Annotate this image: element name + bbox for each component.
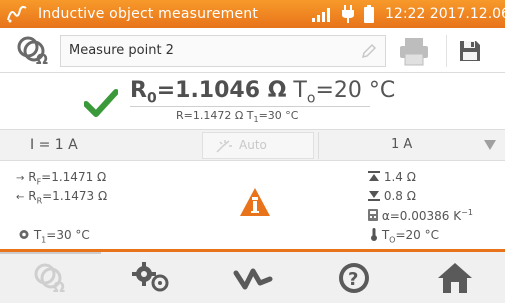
main-result: R0=1.1046 Ω To=20 °C <box>130 78 395 106</box>
rr-readout: ← RR=1.1473 Ω <box>16 189 108 206</box>
battery-icon <box>364 5 374 23</box>
printer-icon[interactable] <box>396 35 432 67</box>
result-underline <box>130 106 370 107</box>
clock: 12:22 2017.12.06 <box>385 6 505 22</box>
settings-icon <box>131 262 168 292</box>
warning-icon[interactable] <box>239 187 271 217</box>
rr-label: R <box>28 189 37 203</box>
auto-label: Auto <box>239 138 267 152</box>
rf-label: R <box>28 170 37 184</box>
divider <box>0 72 505 73</box>
t0-readout: TO=20 °C <box>370 228 439 244</box>
svg-text:Ω: Ω <box>36 52 48 67</box>
auto-hand-icon <box>216 140 232 153</box>
lower-limit-value: 0.8 Ω <box>383 189 416 203</box>
resistance-probe-icon[interactable]: Ω <box>14 35 54 67</box>
t0-value: =20 °C <box>315 78 396 103</box>
save-button[interactable] <box>446 35 490 67</box>
window-title: Inductive object measurement <box>38 6 259 22</box>
status-bar: Inductive object measurement 12:22 2017.… <box>0 0 505 28</box>
pencil-icon[interactable] <box>361 43 377 59</box>
svg-text:?: ? <box>348 269 358 290</box>
upper-limit-icon <box>368 171 380 181</box>
settings-button[interactable] <box>101 252 202 303</box>
measure-point-name: Measure point 2 <box>69 43 174 58</box>
alpha-value: α=0.00386 K <box>381 209 462 223</box>
alpha-readout: α=0.00386 K−1 <box>368 208 473 223</box>
t1-measured: =30 °C <box>258 109 299 122</box>
lower-limit-readout: 0.8 Ω <box>368 189 416 203</box>
home-button[interactable] <box>404 252 505 303</box>
rf-readout: → RF=1.1471 Ω <box>16 170 107 187</box>
t1-value: =30 °C <box>46 228 90 242</box>
t0-value-detail: =20 °C <box>395 228 439 242</box>
auto-button[interactable]: Auto <box>202 132 314 159</box>
checkmark-icon <box>84 89 118 117</box>
current-label: I = 1 A <box>30 137 78 153</box>
svg-text:Ω: Ω <box>53 280 65 295</box>
r0-value: =1.1046 Ω <box>156 78 287 103</box>
r0-subscript: 0 <box>146 90 157 107</box>
bottom-toolbar: Ω ? <box>0 252 505 303</box>
measure-mode-button[interactable]: Ω <box>0 252 101 303</box>
t0-label: T <box>293 78 307 103</box>
rr-value: =1.1473 Ω <box>42 189 108 203</box>
thermometer-icon <box>371 228 377 241</box>
signal-icon <box>312 8 330 22</box>
current-select[interactable]: 1 A <box>318 132 504 159</box>
temperature-icon <box>19 230 29 239</box>
help-icon: ? <box>338 263 369 293</box>
sub-result: R=1.1472 Ω T1=30 °C <box>176 109 298 124</box>
r-measured: R=1.1472 Ω T <box>176 109 254 122</box>
upper-limit-readout: 1.4 Ω <box>368 170 416 184</box>
sonel-logo-icon <box>7 5 27 23</box>
plug-icon <box>342 5 354 23</box>
measure-point-row: Ω Measure point 2 <box>0 30 505 72</box>
measure-mode-icon: Ω <box>34 263 65 295</box>
lower-limit-icon <box>368 191 380 201</box>
measure-point-field[interactable]: Measure point 2 <box>60 35 386 67</box>
t1-readout: T1=30 °C <box>18 228 90 244</box>
home-icon <box>437 263 472 293</box>
toolbar-active-indicator <box>0 252 101 254</box>
help-button[interactable]: ? <box>303 252 404 303</box>
r0-label: R <box>130 78 147 103</box>
alpha-exponent: −1 <box>461 208 473 217</box>
upper-limit-value: 1.4 Ω <box>383 170 416 184</box>
current-row: I = 1 A Auto 1 A <box>0 129 505 161</box>
current-selected-value: 1 A <box>391 137 413 152</box>
calculator-icon <box>368 209 378 221</box>
rf-value: =1.1471 Ω <box>41 170 107 184</box>
waveform-button[interactable] <box>202 252 303 303</box>
save-icon <box>460 41 480 61</box>
waveform-icon <box>233 268 272 290</box>
chevron-down-icon <box>484 140 496 150</box>
